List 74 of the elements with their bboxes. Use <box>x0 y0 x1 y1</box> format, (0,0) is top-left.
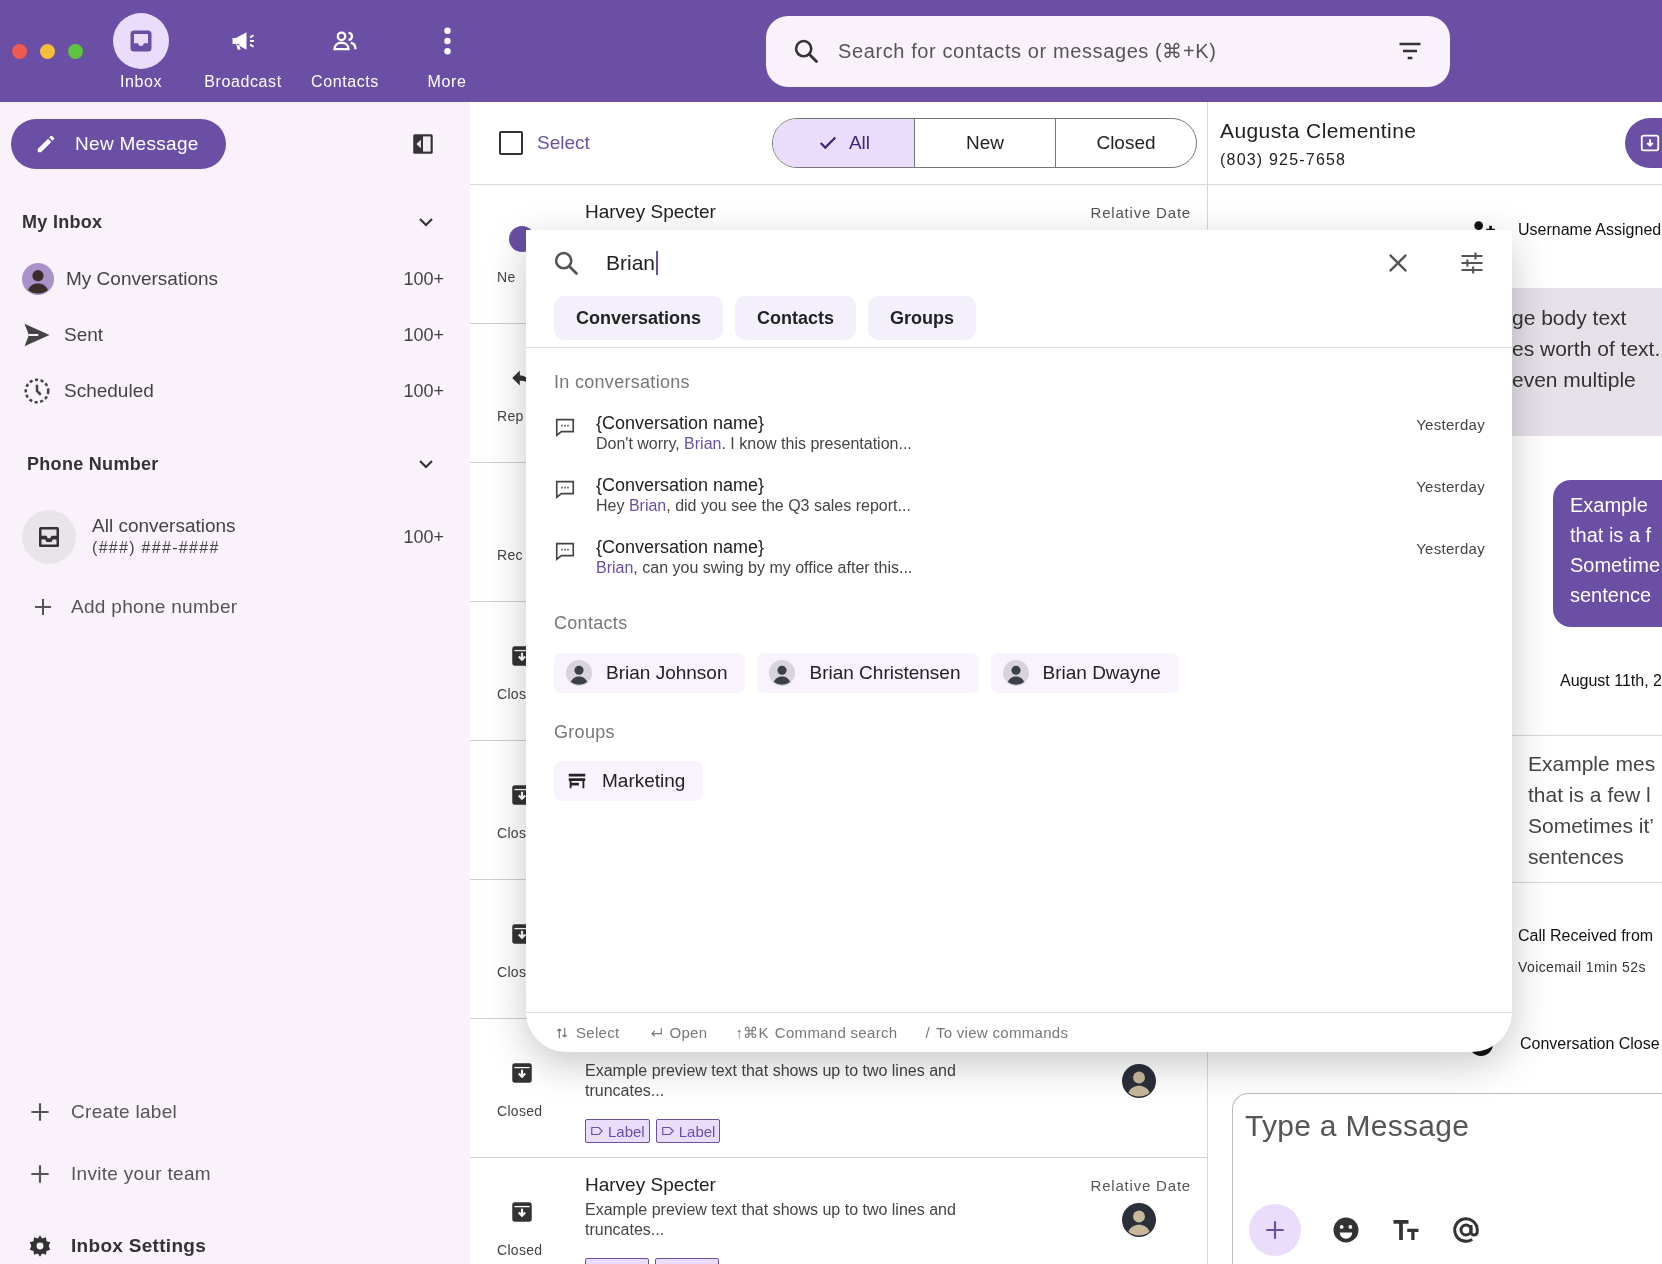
contact-name: Augusta Clementine <box>1220 117 1417 144</box>
message-snippet: Hey Brian, did you see the Q3 sales report... <box>596 496 911 516</box>
preview-text: Example preview text that shows up to two lines and truncates... <box>585 1200 957 1240</box>
add-phone-number-link[interactable]: Add phone number <box>11 585 444 629</box>
settings-link[interactable]: Inbox Settings <box>11 1228 444 1264</box>
contact-chip[interactable]: Brian Johnson <box>554 653 746 693</box>
sidebar-action[interactable]: Invite your team <box>11 1152 444 1196</box>
status-label: Clos <box>497 824 527 843</box>
group-chip[interactable]: Marketing <box>554 761 704 801</box>
voicemail-detail: Voicemail 1min 52s <box>1518 959 1647 975</box>
shortcut-hint: Open <box>669 1024 708 1041</box>
date-label: Yesterday <box>1416 478 1485 495</box>
conversation-title: {Conversation name} <box>596 474 766 496</box>
message-snippet: Brian, can you swing by my office after this... <box>596 558 913 578</box>
filter-switch[interactable]: All New Closed <box>772 118 1197 168</box>
new-message-button[interactable]: New Message <box>11 119 226 169</box>
sidebar-item[interactable]: Scheduled 100+ <box>11 363 444 419</box>
shortcut-hint: To view commands <box>935 1024 1069 1041</box>
date-label: Relative Date <box>1090 203 1191 221</box>
label-tag[interactable]: Label <box>585 1119 650 1143</box>
message-input[interactable]: Type a Message <box>1243 1108 1623 1144</box>
shortcut-key: / <box>925 1024 930 1041</box>
status-label: Clos <box>497 685 527 704</box>
event-text: Username Assigned <box>1518 221 1662 239</box>
message-snippet: Don't worry, Brian. I know this presentation... <box>596 434 912 454</box>
sidebar-action[interactable]: Create label <box>11 1090 444 1134</box>
event-text: Conversation Close <box>1520 1035 1660 1053</box>
shortcut-key: ↑⌘K <box>735 1023 769 1042</box>
filter-tab[interactable]: New <box>914 119 1055 167</box>
nav-tab[interactable]: More <box>396 0 498 91</box>
phone-number: (803) 925-7658 <box>1220 150 1348 169</box>
date-label: Yesterday <box>1416 540 1485 557</box>
result-tab[interactable]: Contacts <box>735 296 857 340</box>
shortcut-hint: Command search <box>774 1024 898 1041</box>
outgoing-message: Example that is a f Sometime sentence <box>1553 480 1662 627</box>
conversation-result[interactable]: {Conversation name} Hey Brian, did you see the Q3 sales report... Yesterday <box>526 466 1512 528</box>
contact-chip[interactable]: Brian Dwayne <box>990 653 1179 693</box>
status-label: Closed <box>497 1241 543 1260</box>
sidebar-item[interactable]: My Conversations 100+ <box>11 251 444 307</box>
label-tag[interactable]: Label <box>655 1119 721 1143</box>
section-heading: Groups <box>553 721 616 744</box>
status-label: Ne <box>497 268 516 287</box>
contact-name: Harvey Specter <box>585 1174 716 1196</box>
section-heading: My Inbox <box>22 211 103 233</box>
conversation-title: {Conversation name} <box>596 412 766 434</box>
section-heading: Phone Number <box>27 453 159 475</box>
status-label: Closed <box>497 1102 543 1121</box>
section-heading: Contacts <box>553 612 629 635</box>
preview-text: Example preview text that shows up to two lines and truncates... <box>585 1061 957 1101</box>
call-event-text: Call Received from <box>1518 927 1655 945</box>
shortcut-hint: Select <box>576 1024 620 1041</box>
contact-name: Harvey Specter <box>585 201 716 223</box>
status-label: Rep <box>497 407 524 426</box>
result-tab[interactable]: Conversations <box>554 296 724 340</box>
message-text: Example mes that is a few l Sometimes it’ sentences <box>1528 751 1657 870</box>
date-label: Relative Date <box>1090 1176 1191 1194</box>
status-label: Rec <box>497 546 523 565</box>
nav-tab[interactable]: Contacts <box>294 0 396 91</box>
sidebar-item[interactable]: All conversations (###) ###-#### 100+ <box>11 507 444 567</box>
nav-tab[interactable]: Broadcast <box>192 0 294 91</box>
select-label[interactable]: Select <box>537 132 590 154</box>
result-tab[interactable]: Groups <box>868 296 977 340</box>
contact-chip[interactable]: Brian Christensen <box>757 653 979 693</box>
status-label: Clos <box>497 963 527 982</box>
nav-tab[interactable]: Inbox <box>90 0 192 91</box>
filter-tab[interactable]: Closed <box>1055 119 1196 167</box>
section-heading: In conversations <box>553 371 691 394</box>
search-field[interactable]: Search for contacts or messages (⌘+K) <box>766 16 1450 87</box>
conversation-title: {Conversation name} <box>596 536 766 558</box>
conversation-result[interactable]: {Conversation name} Brian, can you swing by my office after this... Yesterday <box>526 528 1512 590</box>
sidebar-item[interactable]: Sent 100+ <box>11 307 444 363</box>
search-input[interactable]: Brian <box>606 251 659 275</box>
filter-tab[interactable]: All <box>773 119 914 167</box>
date-separator: August 11th, 2 <box>1559 672 1662 690</box>
